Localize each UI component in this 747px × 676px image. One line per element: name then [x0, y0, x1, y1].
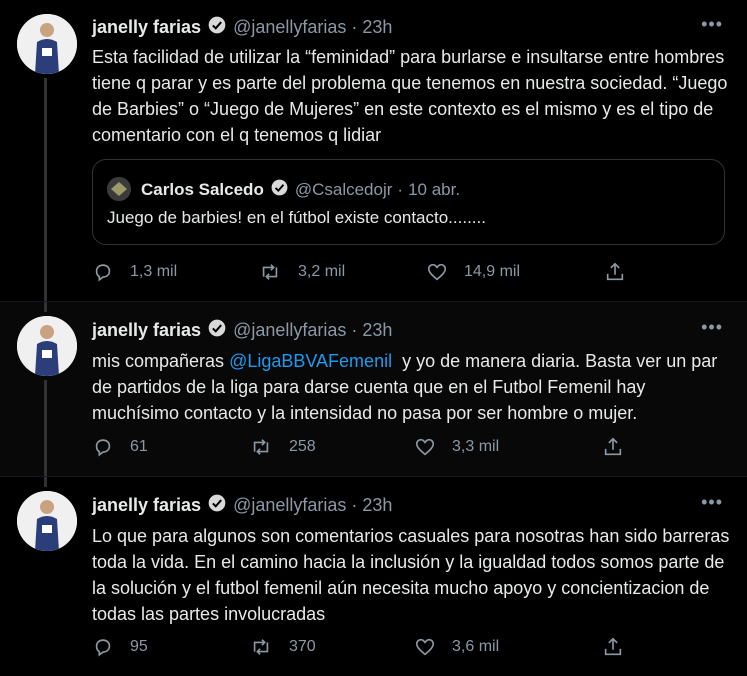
thread-line	[44, 380, 47, 477]
author-name[interactable]: janelly farias	[92, 320, 201, 341]
retweet-count: 3,2 mil	[298, 263, 346, 280]
tweet-text: Lo que para algunos son comentarios casu…	[92, 526, 730, 624]
retweet-icon	[253, 439, 269, 455]
quote-timestamp: 10 abr.	[408, 180, 461, 199]
share-button[interactable]	[602, 436, 640, 458]
tweet-text: mis compañeras @LigaBBVAFemenil y yo de …	[92, 348, 732, 426]
timestamp[interactable]: 23h	[362, 495, 392, 516]
thread-line	[44, 302, 47, 312]
tweet-header: janelly farias @janellyfarias · 23h	[92, 318, 392, 343]
share-icon	[604, 637, 622, 656]
separator-dot: ·	[351, 495, 358, 515]
reply-icon	[95, 639, 111, 657]
tweet-actions: 95 370 3,6 mil	[92, 636, 732, 666]
timestamp[interactable]: 23h	[362, 17, 392, 38]
like-count: 3,6 mil	[452, 638, 500, 655]
tweet-2[interactable]: janelly farias @janellyfarias · 23h ••• …	[0, 301, 747, 477]
tweet-1[interactable]: janelly farias @janellyfarias · 23h ••• …	[0, 0, 747, 301]
share-icon	[606, 262, 624, 281]
avatar[interactable]	[17, 491, 77, 551]
timestamp[interactable]: 23h	[362, 320, 392, 341]
thread-line	[44, 477, 47, 487]
reply-icon	[95, 264, 111, 282]
quote-header: Carlos Salcedo @Csalcedojr · 10 abr.	[141, 178, 460, 202]
like-count: 14,9 mil	[464, 263, 521, 280]
verified-badge-icon	[207, 493, 227, 518]
reply-button[interactable]: 1,3 mil	[92, 261, 177, 283]
retweet-icon	[253, 639, 269, 655]
quote-avatar	[107, 177, 131, 201]
reply-button[interactable]: 61	[92, 436, 148, 458]
retweet-count: 370	[289, 638, 316, 655]
quote-author-handle: @Csalcedojr	[294, 180, 393, 199]
separator-dot: ·	[351, 320, 358, 340]
like-icon	[427, 263, 447, 281]
share-button[interactable]	[602, 636, 640, 658]
separator-dot: ·	[397, 180, 404, 199]
reply-count: 1,3 mil	[130, 263, 178, 280]
retweet-icon	[262, 264, 278, 280]
more-icon[interactable]: •••	[701, 317, 723, 338]
retweet-button[interactable]: 370	[249, 636, 316, 658]
tweet-header: janelly farias @janellyfarias · 23h	[92, 15, 392, 40]
retweet-count: 258	[289, 438, 316, 455]
tweet-3[interactable]: janelly farias @janellyfarias · 23h ••• …	[0, 476, 747, 676]
tweet-text-start: mis compañeras	[92, 351, 230, 371]
author-name[interactable]: janelly farias	[92, 17, 201, 38]
verified-badge-icon	[207, 318, 227, 343]
thread-line	[44, 78, 47, 301]
like-button[interactable]: 14,9 mil	[426, 261, 520, 283]
author-handle[interactable]: @janellyfarias	[233, 320, 346, 341]
like-count: 3,3 mil	[452, 438, 500, 455]
more-icon[interactable]: •••	[701, 492, 723, 513]
avatar[interactable]	[17, 14, 77, 74]
like-button[interactable]: 3,3 mil	[414, 436, 499, 458]
tweet-text: Esta facilidad de utilizar la “feminidad…	[92, 47, 728, 145]
tweet-actions: 1,3 mil 3,2 mil 14,9 mil	[92, 261, 732, 291]
like-icon	[415, 438, 435, 456]
quote-text: Juego de barbies! en el fútbol existe co…	[107, 208, 486, 227]
like-icon	[415, 638, 435, 656]
verified-badge-icon	[207, 15, 227, 40]
tweet-header: janelly farias @janellyfarias · 23h	[92, 493, 392, 518]
quoted-tweet[interactable]: Carlos Salcedo @Csalcedojr · 10 abr. Jue…	[92, 159, 725, 245]
more-icon[interactable]: •••	[701, 14, 723, 35]
retweet-button[interactable]: 258	[249, 436, 316, 458]
quote-author-name: Carlos Salcedo	[141, 180, 264, 199]
author-handle[interactable]: @janellyfarias	[233, 495, 346, 516]
like-button[interactable]: 3,6 mil	[414, 636, 499, 658]
tweet-actions: 61 258 3,3 mil	[92, 436, 732, 466]
mention-link[interactable]: @LigaBBVAFemenil	[229, 351, 392, 371]
author-name[interactable]: janelly farias	[92, 495, 201, 516]
reply-icon	[95, 439, 111, 457]
retweet-button[interactable]: 3,2 mil	[258, 261, 345, 283]
author-handle[interactable]: @janellyfarias	[233, 17, 346, 38]
reply-button[interactable]: 95	[92, 636, 148, 658]
share-icon	[604, 437, 622, 456]
separator-dot: ·	[351, 17, 358, 37]
verified-badge-icon	[270, 178, 289, 202]
share-button[interactable]	[604, 261, 642, 283]
avatar[interactable]	[17, 316, 77, 376]
reply-count: 61	[130, 438, 148, 455]
reply-count: 95	[130, 638, 148, 655]
